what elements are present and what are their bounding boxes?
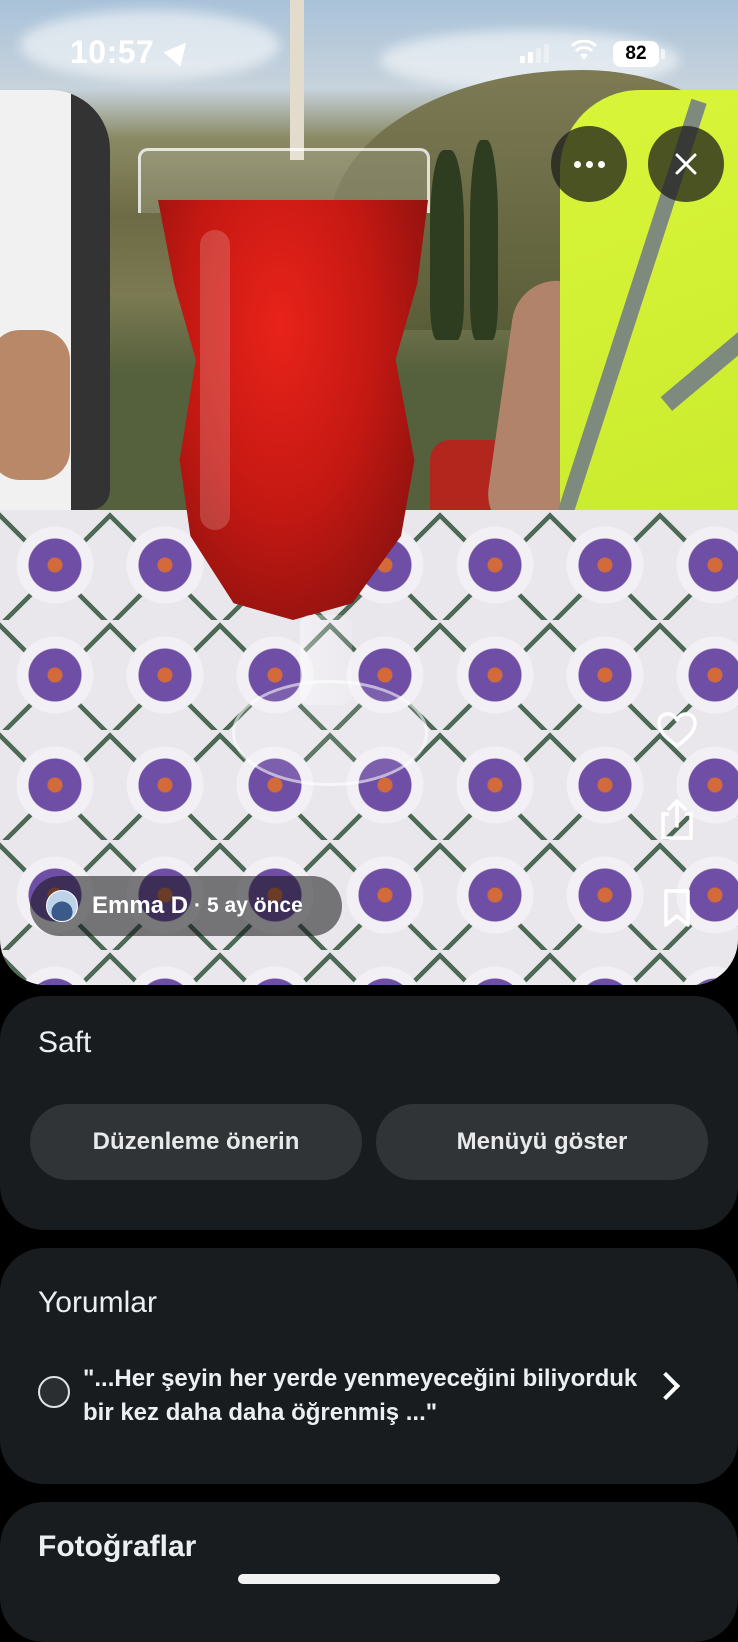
author-name: Emma D [92, 892, 189, 919]
tea-glass-base [232, 680, 428, 786]
glass-reflection [200, 230, 230, 530]
tree [470, 140, 498, 340]
chevron-right-icon[interactable] [651, 1371, 681, 1401]
reviews-title: Yorumlar [38, 1286, 157, 1319]
photos-card: Fotoğraflar [0, 1502, 738, 1642]
battery-tip [661, 49, 665, 59]
place-name: Saft [38, 1026, 92, 1059]
cellular-signal-icon [520, 44, 549, 63]
signal-bar [544, 44, 549, 63]
share-icon[interactable] [655, 798, 699, 842]
author-chip[interactable]: Emma D · 5 ay önce [30, 876, 342, 936]
show-menu-button[interactable]: Menüyü göster [376, 1104, 708, 1180]
posted-time: 5 ay önce [207, 894, 303, 917]
review-snippet: "...Her şeyin her yerde yenmeyeceğini bi… [83, 1365, 638, 1426]
more-options-button[interactable] [551, 126, 627, 202]
vest-stripe [660, 307, 738, 411]
photo-viewer[interactable] [0, 0, 738, 985]
more-options-icon [573, 160, 605, 168]
battery-icon: 82 [613, 41, 659, 67]
umbrella-pole [290, 0, 304, 160]
wifi-icon [570, 40, 598, 60]
status-time: 10:57 [70, 34, 155, 70]
photos-title: Fotoğraflar [38, 1530, 197, 1563]
tree [430, 150, 464, 340]
close-button[interactable] [648, 126, 724, 202]
signal-bar [528, 52, 533, 63]
place-card: Saft Düzenleme önerin Menüyü göster [0, 996, 738, 1230]
suggest-edit-button[interactable]: Düzenleme önerin [30, 1104, 362, 1180]
bookmark-icon[interactable] [655, 886, 699, 930]
close-icon [675, 153, 697, 175]
separator-dot: · [194, 894, 202, 917]
avatar [46, 890, 78, 922]
person-left-arm [0, 330, 70, 480]
signal-bar [520, 56, 525, 63]
reviews-card[interactable]: Yorumlar "...Her şeyin her yerde yenmeye… [0, 1248, 738, 1484]
signal-bar [536, 48, 541, 63]
home-indicator[interactable] [238, 1574, 500, 1584]
reviewer-avatar-icon [38, 1376, 70, 1408]
heart-icon[interactable] [655, 708, 699, 752]
